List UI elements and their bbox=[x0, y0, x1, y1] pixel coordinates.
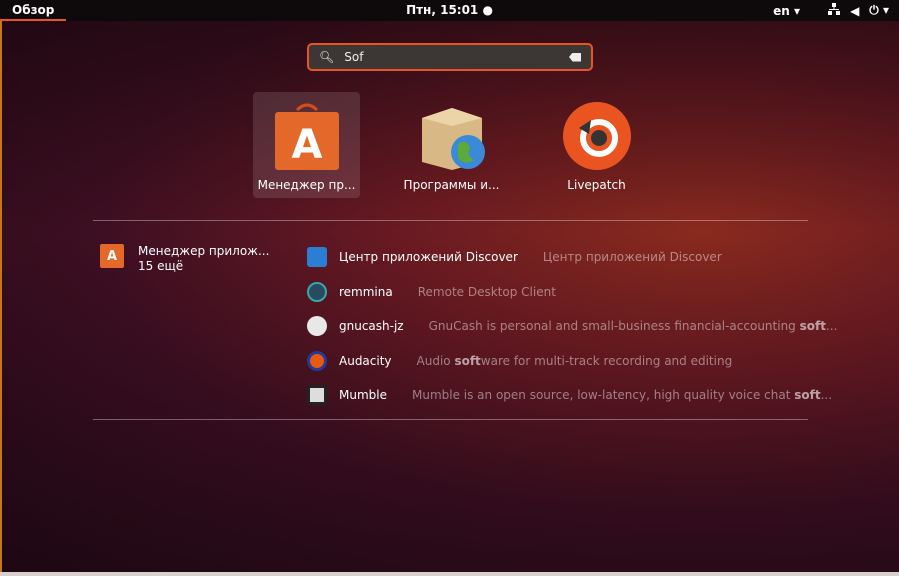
result-name: gnucash-jz bbox=[339, 319, 404, 334]
search-results: Центр приложений Discover Центр приложени… bbox=[307, 240, 837, 413]
result-name: remmina bbox=[339, 284, 393, 299]
mumble-icon bbox=[307, 385, 327, 406]
clear-icon[interactable] bbox=[569, 52, 581, 62]
result-row[interactable]: Audacity Audio software for multi-track r… bbox=[307, 344, 837, 379]
result-description: Центр приложений Discover bbox=[542, 250, 722, 265]
software-properties-icon bbox=[416, 100, 488, 172]
top-bar: Обзор Птн, 15:01 ● en ▾ ◀︎ ⏻ ▾ bbox=[0, 0, 899, 21]
result-name: Центр приложений Discover bbox=[339, 250, 518, 265]
app-label: Менеджер пр... bbox=[257, 178, 356, 192]
bottom-edge bbox=[0, 572, 899, 576]
remmina-icon bbox=[307, 281, 327, 302]
provider-software[interactable]: A Менеджер прилож... 15 ещё bbox=[100, 244, 269, 274]
gnucash-icon bbox=[307, 316, 327, 337]
app-tile-software[interactable]: A Менеджер пр... bbox=[253, 92, 360, 198]
result-row[interactable]: remmina Remote Desktop Client bbox=[307, 275, 837, 310]
app-tile-software-properties[interactable]: Программы и... bbox=[398, 92, 505, 198]
power-menu[interactable]: ⏻ ▾ bbox=[869, 3, 889, 18]
network-icon[interactable] bbox=[828, 3, 841, 18]
app-tile-livepatch[interactable]: Livepatch bbox=[543, 92, 650, 198]
software-center-icon: A bbox=[271, 100, 343, 172]
separator bbox=[93, 220, 808, 221]
discover-icon bbox=[307, 247, 327, 268]
language-menu[interactable]: en ▾ bbox=[773, 4, 800, 18]
search-icon: 🔍︎ bbox=[319, 50, 335, 64]
result-description: Remote Desktop Client bbox=[417, 284, 556, 299]
audacity-icon bbox=[307, 350, 327, 371]
clock[interactable]: Птн, 15:01 ● bbox=[0, 3, 899, 17]
search-field[interactable]: 🔍︎ bbox=[307, 43, 593, 71]
system-tray[interactable]: en ▾ ◀︎ ⏻ ▾ bbox=[773, 3, 889, 18]
result-name: Audacity bbox=[339, 353, 392, 368]
result-description: Mumble is an open source, low-latency, h… bbox=[411, 388, 833, 403]
svg-text:A: A bbox=[291, 122, 322, 168]
livepatch-icon bbox=[561, 100, 633, 172]
search-input[interactable] bbox=[344, 50, 569, 64]
provider-more[interactable]: 15 ещё bbox=[138, 259, 269, 274]
result-row[interactable]: gnucash-jz GnuCash is personal and small-… bbox=[307, 309, 837, 344]
result-row[interactable]: Центр приложений Discover Центр приложени… bbox=[307, 240, 837, 275]
software-center-icon: A bbox=[100, 244, 124, 268]
provider-name: Менеджер прилож... bbox=[138, 244, 270, 258]
result-row[interactable]: Mumble Mumble is an open source, low-late… bbox=[307, 378, 837, 413]
result-description: Audio software for multi-track recording… bbox=[416, 353, 733, 368]
volume-icon[interactable]: ◀︎ bbox=[850, 4, 859, 18]
result-description: GnuCash is personal and small-business f… bbox=[428, 319, 838, 334]
separator bbox=[93, 419, 808, 420]
app-label: Программы и... bbox=[403, 178, 500, 192]
result-name: Mumble bbox=[339, 388, 387, 403]
app-grid: A Менеджер пр... Программы и... Livepatc… bbox=[253, 92, 688, 198]
app-label: Livepatch bbox=[567, 178, 626, 192]
window-edge bbox=[0, 20, 2, 572]
